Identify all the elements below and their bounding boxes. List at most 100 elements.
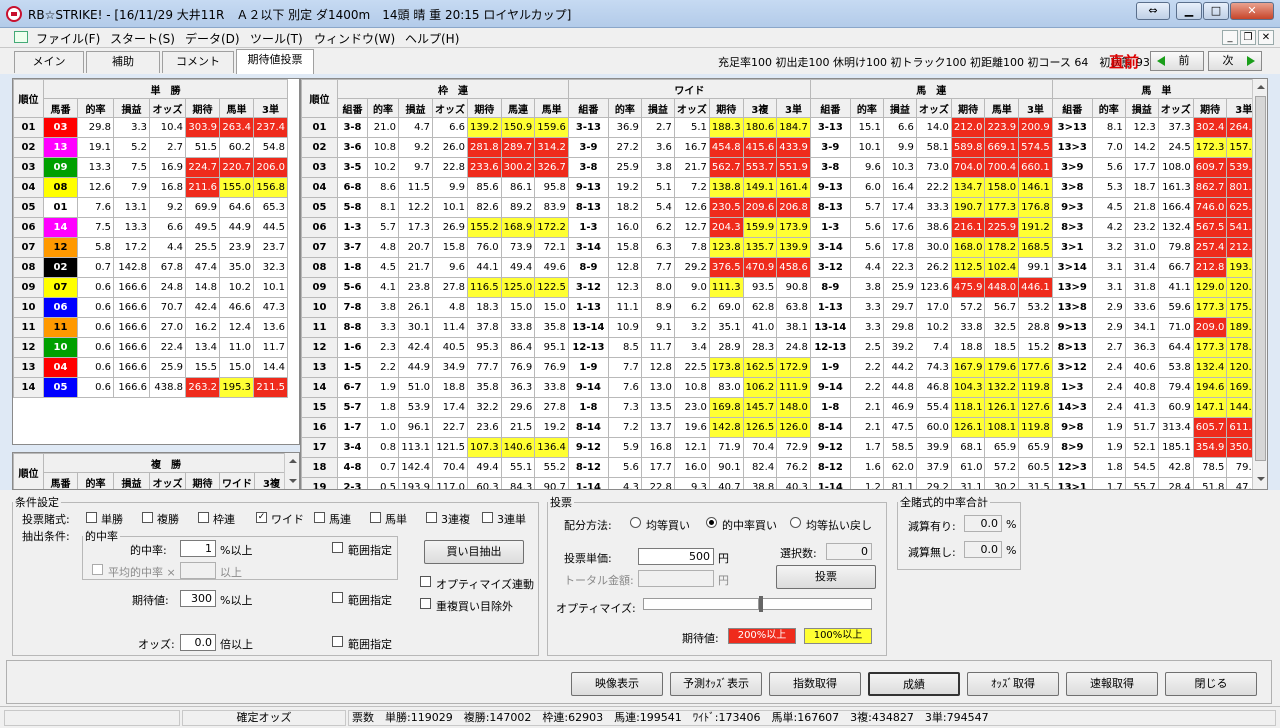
horse-number-cell[interactable]: 04 (43, 357, 78, 378)
umaren-combo-cell[interactable]: 1-13 (809, 297, 851, 318)
umatan-combo-cell[interactable]: 13>8 (1051, 297, 1093, 318)
wakuren-combo-cell[interactable]: 3-4 (337, 437, 368, 458)
wide-combo-cell[interactable]: 1-13 (567, 297, 609, 318)
unit-price-input[interactable]: 500 (638, 548, 714, 565)
wide-combo-cell[interactable]: 8-14 (567, 417, 609, 438)
wide-combo-cell[interactable]: 3-12 (567, 277, 609, 298)
wide-combo-cell[interactable]: 9-12 (567, 437, 609, 458)
menu-data[interactable]: データ(D) (185, 30, 240, 47)
scroll-down-icon[interactable] (289, 479, 297, 483)
scroll-up-icon[interactable] (289, 459, 297, 463)
method-hitrate-radio[interactable] (706, 517, 717, 528)
table-row[interactable]: 10 06 0.6 166.6 70.7 42.4 46.6 47.3 (13, 297, 288, 318)
table-row[interactable]: 05 01 7.6 13.1 9.2 69.9 64.6 65.3 (13, 197, 288, 218)
table-row[interactable]: 08 02 0.7 142.8 67.8 47.4 35.0 32.3 (13, 257, 288, 278)
menu-tools[interactable]: ツール(T) (250, 30, 303, 47)
table-row[interactable]: 17 3-4 0.8 113.1 121.5 107.3 140.6 136.4 9-12 5.9… (301, 437, 1262, 458)
table-row[interactable]: 08 1-8 4.5 21.7 9.6 44.1 49.4 49.6 8-9 12.8 7.7 29.… (301, 257, 1262, 278)
umatan-combo-cell[interactable]: 3>14 (1051, 257, 1093, 278)
table-row[interactable]: 02 13 19.1 5.2 2.7 51.5 60.2 54.8 (13, 137, 288, 158)
tab-comment[interactable]: コメント (162, 51, 234, 73)
umatan-combo-cell[interactable]: 9>13 (1051, 317, 1093, 338)
umatan-combo-cell[interactable]: 14>3 (1051, 397, 1093, 418)
wakuren-combo-cell[interactable]: 2-3 (337, 477, 368, 489)
umatan-combo-cell[interactable]: 3>9 (1051, 157, 1093, 178)
results-button[interactable]: 成績 (868, 672, 960, 696)
horse-number-cell[interactable]: 05 (43, 377, 78, 398)
wakuren-combo-cell[interactable]: 8-8 (337, 317, 368, 338)
umatan-combo-cell[interactable]: 8>13 (1051, 337, 1093, 358)
tab-main[interactable]: メイン (14, 51, 84, 73)
optimize-slider-handle[interactable] (759, 596, 763, 612)
wakuren-combo-cell[interactable]: 1-3 (337, 217, 368, 238)
mdi-restore-icon[interactable]: ❐ (1240, 30, 1256, 45)
table-row[interactable]: 05 5-8 8.1 12.2 10.1 82.6 89.2 83.9 8-13 18.2 5.4 1… (301, 197, 1262, 218)
scroll-thumb[interactable] (1255, 96, 1266, 461)
umaren-combo-cell[interactable]: 8-9 (809, 277, 851, 298)
odds-input[interactable]: 0.0 (180, 634, 216, 651)
wide-combo-cell[interactable]: 3-13 (567, 117, 609, 138)
wide-combo-cell[interactable]: 1-8 (567, 397, 609, 418)
table-row[interactable]: 06 14 7.5 13.3 6.6 49.5 44.9 44.5 (13, 217, 288, 238)
method-even-radio[interactable] (630, 517, 641, 528)
tab-expected-value-vote[interactable]: 期待値投票 (236, 49, 314, 74)
umaren-combo-cell[interactable]: 1-3 (809, 217, 851, 238)
wide-combo-cell[interactable]: 1-14 (567, 477, 609, 489)
table-row[interactable]: 13 04 0.6 166.6 25.9 15.5 15.0 14.4 (13, 357, 288, 378)
combo-scrollbar[interactable] (1252, 79, 1267, 489)
horse-number-cell[interactable]: 09 (43, 157, 78, 178)
wide-combo-cell[interactable]: 8-12 (567, 457, 609, 478)
buy-extract-button[interactable]: 買い目抽出 (424, 540, 524, 564)
optimize-slider-right[interactable] (762, 598, 872, 610)
horse-number-cell[interactable]: 06 (43, 297, 78, 318)
wakuren-combo-cell[interactable]: 1-5 (337, 357, 368, 378)
horse-number-cell[interactable]: 13 (43, 137, 78, 158)
tab-aux[interactable]: 補助 (86, 51, 160, 73)
horse-number-cell[interactable]: 10 (43, 337, 78, 358)
wakuren-combo-cell[interactable]: 7-8 (337, 297, 368, 318)
menu-start[interactable]: スタート(S) (110, 30, 175, 47)
hit-range-checkbox[interactable] (332, 542, 343, 553)
horse-number-cell[interactable]: 02 (43, 257, 78, 278)
odds-range-checkbox[interactable] (332, 636, 343, 647)
horse-number-cell[interactable]: 11 (43, 317, 78, 338)
wide-combo-cell[interactable]: 9-14 (567, 377, 609, 398)
close-window-button[interactable]: ✕ (1230, 2, 1274, 20)
wakuren-combo-cell[interactable]: 6-8 (337, 177, 368, 198)
close-button[interactable]: 閉じる (1165, 672, 1257, 696)
umaren-combo-cell[interactable]: 1-14 (809, 477, 851, 489)
horse-number-cell[interactable]: 08 (43, 177, 78, 198)
table-row[interactable]: 04 08 12.6 7.9 16.8 211.6 155.0 156.8 (13, 177, 288, 198)
optimize-slider-left[interactable] (643, 598, 759, 610)
wakuren-combo-cell[interactable]: 1-7 (337, 417, 368, 438)
umaren-combo-cell[interactable]: 8-13 (809, 197, 851, 218)
mdi-minimize-icon[interactable]: _ (1222, 30, 1238, 45)
bet-type-checkbox-1[interactable] (142, 512, 153, 523)
umatan-combo-cell[interactable]: 13>3 (1051, 137, 1093, 158)
umaren-combo-cell[interactable]: 13-14 (809, 317, 851, 338)
avg-hit-checkbox[interactable] (92, 564, 103, 575)
wakuren-combo-cell[interactable]: 3-6 (337, 137, 368, 158)
wide-combo-cell[interactable]: 8-13 (567, 197, 609, 218)
table-row[interactable]: 15 5-7 1.8 53.9 17.4 32.2 29.6 27.8 1-8 7.3 13.5 23… (301, 397, 1262, 418)
video-button[interactable]: 映像表示 (571, 672, 663, 696)
bet-type-checkbox-3[interactable]: ✓ (256, 512, 267, 523)
wakuren-combo-cell[interactable]: 5-6 (337, 277, 368, 298)
wakuren-combo-cell[interactable]: 3-7 (337, 237, 368, 258)
table-row[interactable]: 11 11 0.6 166.6 27.0 16.2 12.4 13.6 (13, 317, 288, 338)
umatan-combo-cell[interactable]: 8>9 (1051, 437, 1093, 458)
wide-combo-cell[interactable]: 3-9 (567, 137, 609, 158)
umatan-combo-cell[interactable]: 8>3 (1051, 217, 1093, 238)
maximize-button[interactable]: □ (1203, 2, 1229, 20)
table-row[interactable]: 07 12 5.8 17.2 4.4 25.5 23.9 23.7 (13, 237, 288, 258)
wide-combo-cell[interactable]: 13-14 (567, 317, 609, 338)
table-row[interactable]: 09 07 0.6 166.6 24.8 14.8 10.2 10.1 (13, 277, 288, 298)
umaren-combo-cell[interactable]: 3-9 (809, 137, 851, 158)
dup-exclude-checkbox[interactable] (420, 598, 431, 609)
umaren-combo-cell[interactable]: 3-13 (809, 117, 851, 138)
mdi-close-icon[interactable]: ✕ (1258, 30, 1274, 45)
umatan-combo-cell[interactable]: 12>3 (1051, 457, 1093, 478)
bet-type-checkbox-2[interactable] (198, 512, 209, 523)
wide-combo-cell[interactable]: 1-3 (567, 217, 609, 238)
table-row[interactable]: 12 10 0.6 166.6 22.4 13.4 11.0 11.7 (13, 337, 288, 358)
